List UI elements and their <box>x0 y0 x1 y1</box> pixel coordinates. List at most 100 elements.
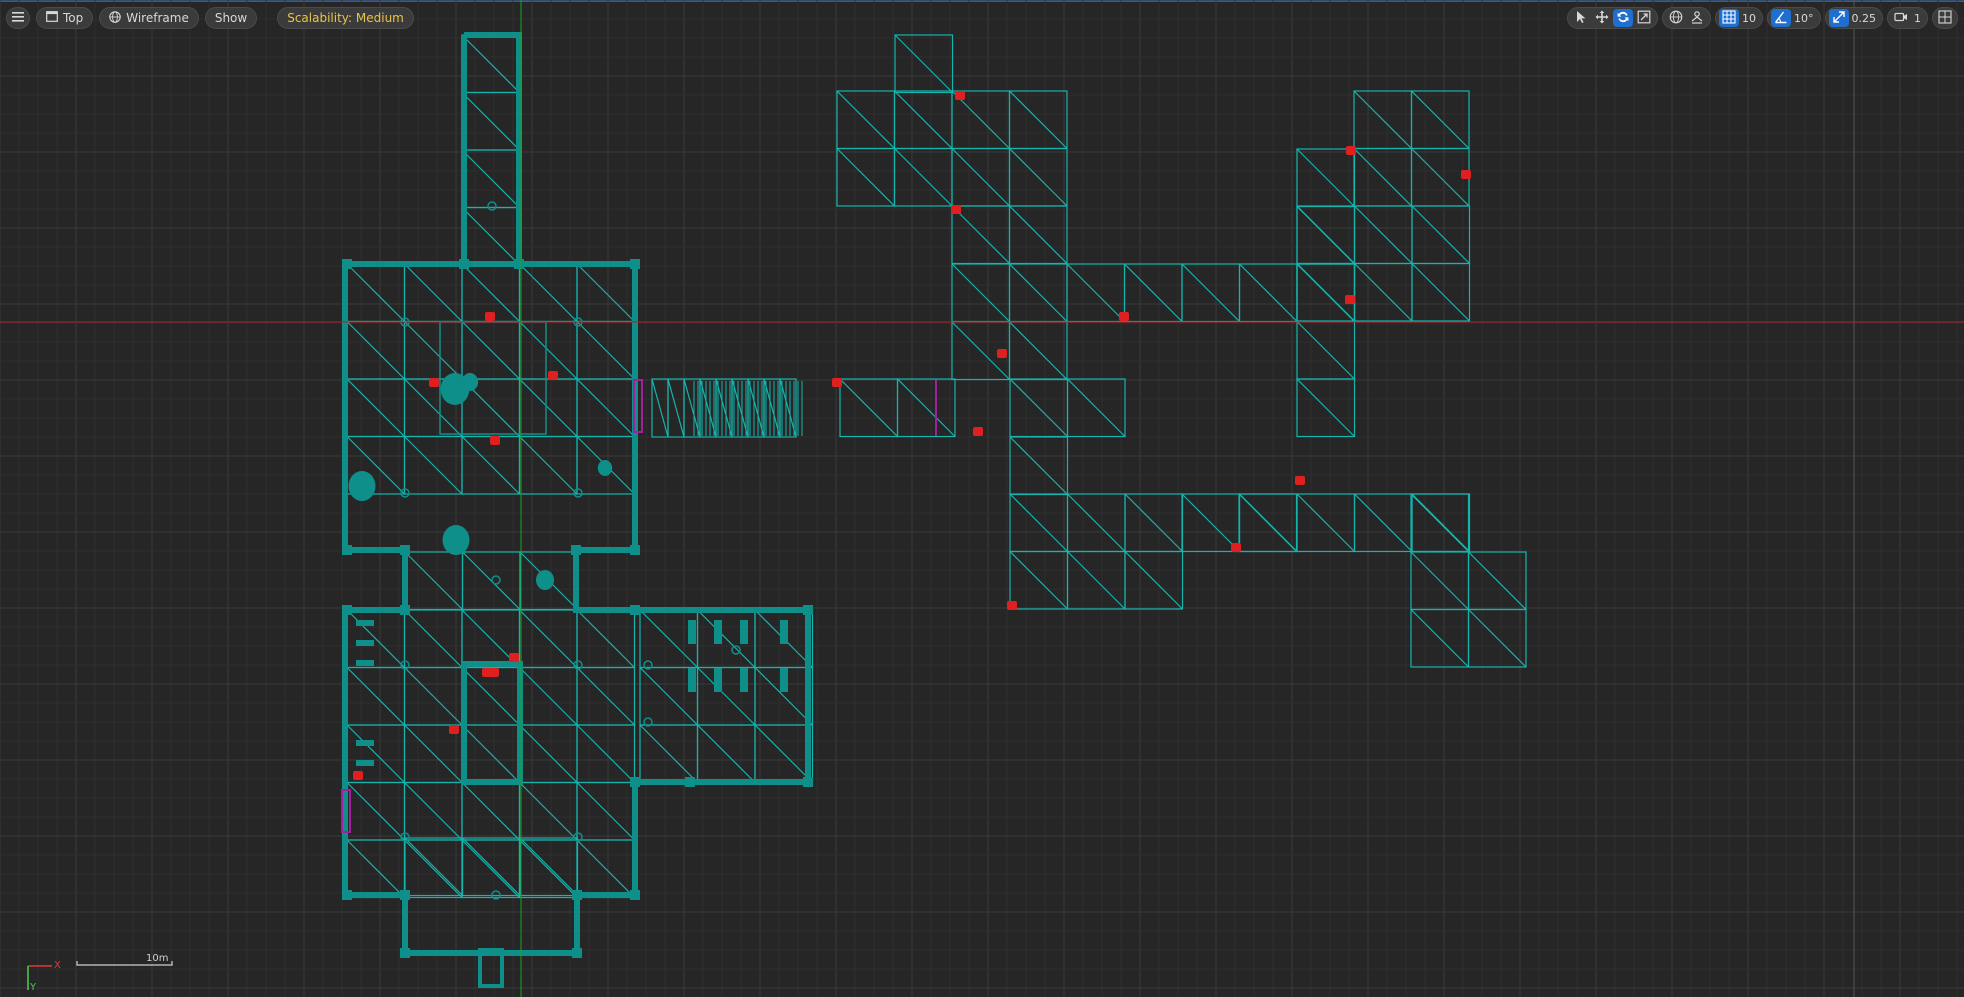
actor-marker <box>429 378 439 387</box>
navmesh-edge <box>404 667 463 726</box>
actor-marker <box>509 653 519 662</box>
navmesh-edge <box>576 839 635 898</box>
navmesh-edge <box>1296 321 1355 380</box>
coordinate-space-group <box>1662 7 1711 29</box>
navmesh-edge <box>639 724 698 783</box>
video-camera-icon <box>1894 9 1908 28</box>
scale-snap-value[interactable]: 0.25 <box>1850 12 1880 25</box>
navmesh-edge <box>754 724 813 783</box>
prop-round <box>536 570 554 590</box>
rotation-snap-value[interactable]: 10° <box>1792 12 1817 25</box>
actor-marker <box>1007 601 1017 610</box>
navmesh-edge <box>576 321 635 380</box>
navmesh-edge <box>404 321 463 380</box>
scalability-warning-button[interactable]: Scalability: Medium <box>277 7 414 29</box>
navmesh-edge <box>404 609 463 668</box>
scalability-label: Scalability: Medium <box>287 11 404 25</box>
prop-shelf <box>356 640 374 646</box>
navmesh-edge <box>461 436 520 495</box>
navmesh-edge <box>461 724 520 783</box>
world-axes <box>0 0 1964 997</box>
navmesh-edge <box>576 263 635 322</box>
rotation-snap-toggle[interactable] <box>1771 9 1791 27</box>
prop-shelf <box>356 620 374 626</box>
navmesh-edge <box>519 724 578 783</box>
scale-box-icon <box>1637 9 1651 28</box>
transform-mode-group <box>1567 7 1658 29</box>
grid-icon <box>1722 9 1736 28</box>
viewport-toolbar-left: Top Wireframe Show Scalability: Medium <box>6 7 414 29</box>
view-type-button[interactable]: Top <box>36 7 94 29</box>
wall-post <box>685 777 695 787</box>
wall-post <box>459 259 469 269</box>
navmesh-edge <box>894 90 953 149</box>
navmesh-edge <box>519 837 578 896</box>
camera-speed-group[interactable]: 1 <box>1887 7 1928 29</box>
scale-snap-toggle[interactable] <box>1828 9 1849 27</box>
world-space-toggle[interactable] <box>1666 9 1686 27</box>
navmesh-edge <box>346 782 405 841</box>
grid-snap-toggle[interactable] <box>1719 9 1739 27</box>
navmesh-edge <box>462 837 521 896</box>
level-viewport[interactable]: Top Wireframe Show Scalability: Medium 1… <box>0 0 1964 997</box>
navmesh-edge <box>404 839 463 898</box>
navmesh-edge <box>1009 436 1068 495</box>
navmesh-edge <box>1239 263 1298 322</box>
camera-speed-value[interactable]: 1 <box>1912 12 1924 25</box>
navmesh-edge <box>461 92 520 151</box>
navmesh-edge <box>346 667 405 726</box>
viewport-menu-button[interactable] <box>6 7 30 29</box>
scale-mode-button[interactable] <box>1634 9 1654 27</box>
grid-snap-value[interactable]: 10 <box>1740 12 1759 25</box>
surface-snapping-toggle[interactable] <box>1687 9 1707 27</box>
navmesh-edge <box>404 263 463 322</box>
navmesh-edge <box>1411 263 1470 322</box>
navmesh-edge <box>1009 90 1068 149</box>
navmesh-edge <box>1067 551 1126 610</box>
actor-marker <box>951 205 961 214</box>
view-mode-button[interactable]: Wireframe <box>99 7 199 29</box>
actor-marker <box>973 427 983 436</box>
navmesh-edge <box>1009 148 1068 207</box>
actor-marker <box>1346 146 1356 155</box>
window-icon <box>46 11 58 25</box>
select-mode-button[interactable] <box>1571 9 1591 27</box>
scene-canvas[interactable] <box>0 0 1964 997</box>
actor-marker <box>353 771 363 780</box>
prop-round <box>461 373 479 391</box>
light-icon <box>491 575 501 585</box>
navmesh-edge <box>461 34 520 93</box>
wall-post <box>630 605 640 615</box>
navmesh-edge <box>1181 493 1240 552</box>
viewport-layout-group <box>1932 7 1958 29</box>
wall-post <box>803 605 813 615</box>
navmesh-edge <box>461 321 520 380</box>
navmesh-edge <box>519 667 578 726</box>
viewport-layout-button[interactable] <box>1935 9 1955 27</box>
wall-post <box>630 890 640 900</box>
wall-post <box>400 948 410 958</box>
navmesh-edge <box>1067 378 1126 437</box>
navmesh-edge <box>1009 551 1068 610</box>
rotate-mode-button[interactable] <box>1613 9 1633 27</box>
wall-post <box>342 605 352 615</box>
angle-icon <box>1774 9 1788 28</box>
hamburger-icon <box>12 11 24 25</box>
navmesh-edge <box>836 148 895 207</box>
show-flags-button[interactable]: Show <box>204 7 258 29</box>
prop-block <box>740 668 748 692</box>
translate-mode-button[interactable] <box>1592 9 1612 27</box>
navmesh-edge <box>519 782 578 841</box>
actor-marker <box>1231 543 1241 552</box>
wall-post <box>630 545 640 555</box>
navmesh-edge <box>1296 493 1355 552</box>
navmesh-edge <box>1009 205 1068 264</box>
wall-segment <box>461 661 523 785</box>
navmesh-edge <box>1124 551 1183 610</box>
camera-speed-button[interactable] <box>1891 9 1911 27</box>
props-wireframe <box>341 201 937 988</box>
navmesh-edge <box>1411 493 1470 552</box>
axis-gizmo-y-label: Y <box>30 982 37 993</box>
navmesh-edge <box>839 378 898 437</box>
navmesh-edge <box>1296 263 1355 322</box>
